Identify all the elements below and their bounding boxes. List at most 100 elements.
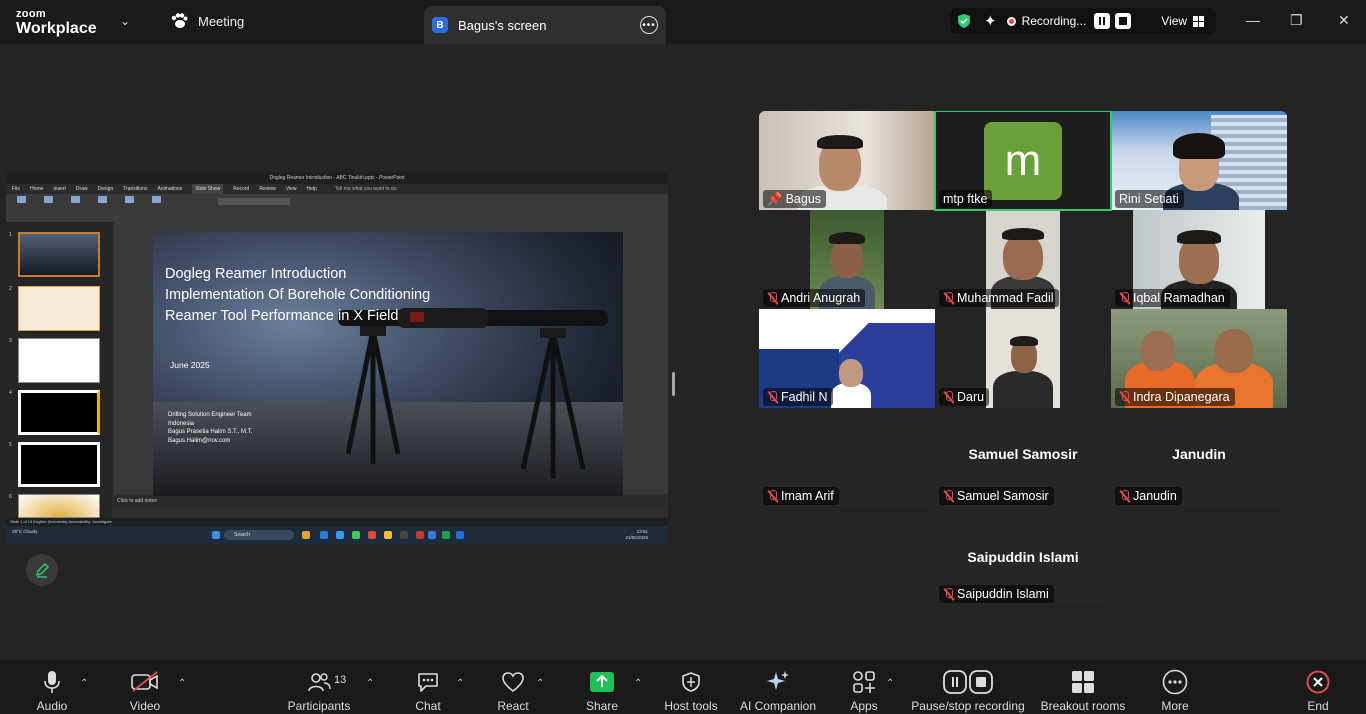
participant-name: Fadhil N — [763, 388, 833, 406]
participant-name: Iqbal Ramadhan — [1115, 289, 1230, 307]
thumb-number: 1 — [9, 232, 12, 238]
ppt-menu-item: Review — [259, 186, 276, 192]
ribbon-button — [118, 196, 140, 204]
ppt-menu-item: Design — [97, 186, 114, 192]
more-options-icon[interactable]: ••• — [640, 16, 658, 34]
audio-button[interactable]: Audio — [34, 668, 70, 713]
video-gallery: 📌 Bagus m mtp ftke Rini Setiati Andri Anu… — [759, 111, 1287, 507]
shared-screen[interactable]: Dogleg Reamer Introduction - ABC Tinukir… — [6, 172, 668, 544]
ppt-menu-item: View — [285, 186, 297, 192]
participant-tile[interactable]: Iqbal Ramadhan — [1111, 210, 1287, 309]
muted-mic-icon — [943, 587, 954, 601]
slide-thumbnail[interactable] — [18, 232, 100, 277]
participant-name: Rini Setiati — [1115, 190, 1184, 208]
participant-tile[interactable]: Andri Anugrah — [759, 210, 935, 309]
participant-tile[interactable]: Fadhil N — [759, 309, 935, 408]
taskbar-weather: 28°C Cloudy — [12, 529, 38, 534]
pause-recording-button[interactable] — [1094, 13, 1111, 29]
ai-companion-button[interactable]: AI Companion — [738, 668, 818, 713]
zoom-workplace-logo[interactable]: zoom Workplace — [16, 8, 97, 38]
share-button[interactable]: Share — [582, 668, 622, 713]
participant-name: Andri Anugrah — [763, 289, 866, 307]
end-icon — [1306, 670, 1330, 694]
apps-button[interactable]: Apps — [844, 668, 884, 713]
participant-display-name: Saipuddin Islami — [967, 549, 1079, 565]
participant-tile[interactable]: Daru — [935, 309, 1111, 408]
participant-tile[interactable]: Saipuddin Islami Saipuddin Islami — [935, 506, 1111, 605]
participant-name: Indra Dipanegara — [1115, 388, 1235, 406]
chat-button[interactable]: Chat — [410, 668, 446, 713]
ppt-window-title: Dogleg Reamer Introduction - ABC Tinukir… — [6, 172, 668, 184]
slide-thumbnails: 1 2 3 4 5 6 — [6, 222, 112, 518]
ai-sparkle-icon[interactable]: ✦ — [984, 12, 997, 30]
view-button[interactable]: View — [1161, 14, 1205, 28]
share-options-caret[interactable]: ⌃ — [634, 678, 642, 689]
muted-mic-icon — [943, 489, 954, 503]
security-shield-icon[interactable] — [956, 13, 972, 29]
participant-tile[interactable]: Imam Arif — [759, 408, 935, 507]
participant-tile[interactable]: Muhammad Fadil — [935, 210, 1111, 309]
slide-thumbnail[interactable] — [18, 494, 100, 518]
tab-meeting[interactable]: Meeting — [170, 13, 244, 29]
participant-tile[interactable]: Indra Dipanegara — [1111, 309, 1287, 408]
participant-tile[interactable]: Janudin Janudin — [1111, 408, 1287, 507]
more-button[interactable]: More — [1158, 668, 1192, 713]
participant-tile[interactable]: 📌 Bagus — [759, 111, 935, 210]
pause-stop-recording-button[interactable]: Pause/stop recording — [910, 668, 1026, 713]
chevron-down-icon[interactable]: ⌄ — [120, 14, 130, 28]
thumb-number: 4 — [9, 390, 12, 396]
participant-name: Samuel Samosir — [939, 487, 1054, 505]
taskbar-app-icon — [428, 531, 436, 539]
grid-view-icon — [1193, 15, 1205, 27]
end-meeting-button[interactable]: End — [1302, 668, 1334, 713]
slide-thumbnail[interactable] — [18, 442, 100, 487]
taskbar-app-icon — [302, 531, 310, 539]
annotate-button[interactable] — [26, 554, 58, 586]
video-options-caret[interactable]: ⌃ — [178, 678, 186, 689]
pencil-icon — [36, 563, 49, 578]
more-icon — [1162, 669, 1188, 695]
thumb-number: 3 — [9, 338, 12, 344]
recording-dot-icon — [1006, 16, 1016, 26]
split-resize-handle[interactable] — [672, 372, 675, 396]
reamer-tool-photo — [338, 308, 608, 479]
host-tools-button[interactable]: Host tools — [662, 668, 720, 713]
minimize-icon[interactable]: — — [1246, 12, 1260, 28]
ppt-tell-me: Tell me what you want to do — [334, 186, 397, 192]
restore-icon[interactable]: ❐ — [1290, 12, 1303, 29]
chat-options-caret[interactable]: ⌃ — [456, 678, 464, 689]
muted-mic-icon — [767, 291, 778, 305]
audio-options-caret[interactable]: ⌃ — [80, 678, 88, 689]
slide-thumbnail[interactable] — [18, 390, 100, 435]
video-button[interactable]: Video — [124, 668, 166, 713]
participant-tile[interactable]: m mtp ftke — [935, 111, 1111, 210]
muted-mic-icon — [767, 489, 778, 503]
current-slide[interactable]: Dogleg Reamer Introduction Implementatio… — [153, 232, 623, 496]
ppt-menu-item: Insert — [53, 186, 66, 192]
taskbar-app-icon — [320, 531, 328, 539]
participant-display-name: Janudin — [1172, 446, 1226, 462]
participants-options-caret[interactable]: ⌃ — [366, 678, 374, 689]
meeting-status-group: ✦ Recording... View — [950, 8, 1216, 34]
react-button[interactable]: React — [494, 668, 532, 713]
tab-shared-screen[interactable]: B Bagus's screen ••• — [424, 6, 666, 44]
participant-name: Daru — [939, 388, 990, 406]
participant-tile[interactable]: Rini Setiati — [1111, 111, 1287, 210]
participant-name: Imam Arif — [763, 487, 839, 505]
apps-options-caret[interactable]: ⌃ — [886, 678, 894, 689]
react-options-caret[interactable]: ⌃ — [536, 678, 544, 689]
avatar: m — [984, 122, 1062, 200]
video-off-icon — [131, 671, 158, 692]
muted-mic-icon — [943, 390, 954, 404]
close-icon[interactable]: ✕ — [1338, 12, 1350, 29]
stop-recording-button[interactable] — [1115, 13, 1132, 29]
ppt-menu-item: File — [12, 186, 21, 192]
slide-thumbnail[interactable] — [18, 338, 100, 383]
breakout-rooms-button[interactable]: Breakout rooms — [1040, 668, 1126, 713]
meeting-toolbar: Audio ⌃ Video ⌃ Participants 13 ⌃ Chat ⌃… — [0, 660, 1366, 714]
slide-thumbnail[interactable] — [18, 286, 100, 331]
ppt-menu-item: Animations — [157, 186, 183, 192]
participant-display-name: Samuel Samosir — [968, 446, 1078, 462]
participant-tile[interactable]: Samuel Samosir Samuel Samosir — [935, 408, 1111, 507]
windows-start-icon — [212, 531, 220, 539]
